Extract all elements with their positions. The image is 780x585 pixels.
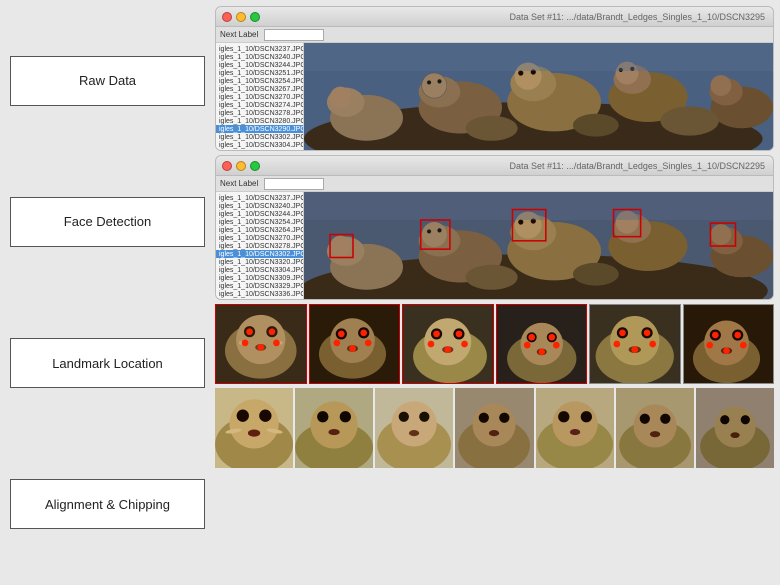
file-list-item[interactable]: igles_1_10/DSCN3290.JPG [216,125,303,133]
window-controls-face [222,161,260,171]
file-list-item[interactable]: igles_1_10/DSCN3251.JPG [216,69,303,77]
file-list-item[interactable]: igles_1_10/DSCN3304.JPG [216,141,303,149]
raw-data-window: Data Set #11: .../data/Brandt_Ledges_Sin… [215,6,774,151]
alignment-thumb-7 [696,388,774,468]
landmark-thumb-5 [589,304,681,384]
raw-window-body: igles_1_10/DSCN3237.JPGigles_1_10/DSCN32… [216,43,773,150]
face-toolbar-label: Next Label [220,179,258,188]
min-btn-face[interactable] [236,161,246,171]
file-list-item[interactable]: igles_1_10/DSCN3240.JPG [216,202,303,210]
align-svg-3 [375,388,453,468]
max-btn-face[interactable] [250,161,260,171]
face-image-svg [304,192,773,299]
close-btn-raw[interactable] [222,12,232,22]
landmark-svg-3 [403,305,493,383]
file-list-item[interactable]: igles_1_10/DSCN3237.JPG [216,45,303,53]
landmark-row [215,304,774,384]
alignment-thumb-1 [215,388,293,468]
main-container: Raw Data Face Detection Landmark Locatio… [0,0,780,585]
file-list-item[interactable]: igles_1_10/DSCN3264.JPG [216,226,303,234]
file-list-item[interactable]: igles_1_10/DSCN3302.JPG [216,250,303,258]
file-list-item[interactable]: igles_1_10/DSCN3244.JPG [216,210,303,218]
face-detection-label: Face Detection [10,197,205,247]
landmark-thumb-4 [496,304,588,384]
landmark-thumb-6 [683,304,775,384]
raw-window-title: Data Set #11: .../data/Brandt_Ledges_Sin… [509,12,765,22]
align-svg-1 [215,388,293,468]
landmark-svg-2 [310,305,400,383]
landmark-thumb-1 [215,304,307,384]
face-toolbar: Next Label [216,176,773,192]
alignment-thumb-4 [455,388,533,468]
alignment-thumb-5 [536,388,614,468]
landmark-svg-5 [590,305,680,383]
raw-image-area [304,43,773,150]
file-list-item[interactable]: igles_1_10/DSCN3254.JPG [216,218,303,226]
content-column: Data Set #11: .../data/Brandt_Ledges_Sin… [215,0,780,585]
raw-toolbar-input[interactable] [264,29,324,41]
file-list-item[interactable]: igles_1_10/DSCN3254.JPG [216,77,303,85]
max-btn-raw[interactable] [250,12,260,22]
landmark-thumb-2 [309,304,401,384]
file-list-item[interactable]: igles_1_10/DSCN3329.JPG [216,282,303,290]
alignment-row [215,388,774,468]
file-list-item[interactable]: igles_1_10/DSCN3304.JPG [216,266,303,274]
file-list-item[interactable]: igles_1_10/DSCN3309.JPG [216,149,303,150]
align-svg-7 [696,388,774,468]
file-list-item[interactable]: igles_1_10/DSCN3336.JPG [216,290,303,298]
landmark-svg-1 [216,305,306,383]
raw-image-svg [304,43,773,150]
raw-toolbar-label: Next Label [220,30,258,39]
file-list-item[interactable]: igles_1_10/DSCN3309.JPG [216,274,303,282]
alignment-thumb-3 [375,388,453,468]
raw-titlebar: Data Set #11: .../data/Brandt_Ledges_Sin… [216,7,773,27]
window-controls-raw [222,12,260,22]
labels-column: Raw Data Face Detection Landmark Locatio… [0,0,215,585]
file-list-item[interactable]: igles_1_10/DSCN3270.JPG [216,93,303,101]
file-list-item[interactable]: igles_1_10/DSCN3278.JPG [216,109,303,117]
file-list-item[interactable]: igles_1_10/DSCN3267.JPG [216,85,303,93]
alignment-chipping-label: Alignment & Chipping [10,479,205,529]
face-toolbar-input[interactable] [264,178,324,190]
landmark-svg-6 [684,305,774,383]
file-list-item[interactable]: igles_1_10/DSCN3320.JPG [216,258,303,266]
file-list-item[interactable]: igles_1_10/DSCN3278.JPG [216,242,303,250]
raw-file-list: igles_1_10/DSCN3237.JPGigles_1_10/DSCN32… [216,43,304,150]
landmark-location-label: Landmark Location [10,338,205,388]
file-list-item[interactable]: igles_1_10/DSCN3244.JPG [216,61,303,69]
min-btn-raw[interactable] [236,12,246,22]
file-list-item[interactable]: igles_1_10/DSCN3346.JPG [216,298,303,299]
align-svg-2 [295,388,373,468]
align-svg-4 [455,388,533,468]
face-window-body: igles_1_10/DSCN3237.JPGigles_1_10/DSCN32… [216,192,773,299]
alignment-thumb-6 [616,388,694,468]
face-image-area [304,192,773,299]
align-svg-6 [616,388,694,468]
raw-toolbar: Next Label [216,27,773,43]
file-list-item[interactable]: igles_1_10/DSCN3270.JPG [216,234,303,242]
file-list-item[interactable]: igles_1_10/DSCN3302.JPG [216,133,303,141]
face-file-list: igles_1_10/DSCN3237.JPGigles_1_10/DSCN32… [216,192,304,299]
alignment-thumb-2 [295,388,373,468]
raw-data-label: Raw Data [10,56,205,106]
face-window-title: Data Set #11: .../data/Brandt_Ledges_Sin… [509,161,765,171]
file-list-item[interactable]: igles_1_10/DSCN3237.JPG [216,194,303,202]
landmark-svg-4 [497,305,587,383]
face-titlebar: Data Set #11: .../data/Brandt_Ledges_Sin… [216,156,773,176]
landmark-thumb-3 [402,304,494,384]
face-detection-window: Data Set #11: .../data/Brandt_Ledges_Sin… [215,155,774,300]
close-btn-face[interactable] [222,161,232,171]
file-list-item[interactable]: igles_1_10/DSCN3280.JPG [216,117,303,125]
file-list-item[interactable]: igles_1_10/DSCN3274.JPG [216,101,303,109]
file-list-item[interactable]: igles_1_10/DSCN3240.JPG [216,53,303,61]
align-svg-5 [536,388,614,468]
